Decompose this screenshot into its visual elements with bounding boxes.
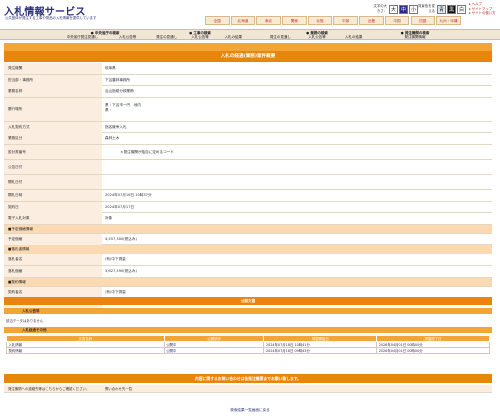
tab-central-forecast[interactable]: 中央省庁発注見通し — [60, 35, 105, 40]
inquiry-label: 発注機関への連絡先等はこちらからご確認ください。 — [8, 387, 90, 391]
field-row: 予定価格 4,557,300(税込み) — [4, 233, 492, 246]
tab-service-result[interactable]: 入札の結果 — [335, 35, 372, 40]
table-row: 契約情報 公開中 2024年07月18日 09時43分 2026年04月01日 … — [6, 347, 490, 354]
tab-agency-info[interactable]: 発注機関情報 — [385, 35, 445, 40]
field-row: 落札者名 (有)中下測量 — [4, 254, 492, 266]
documents-table: 文書名称 公開状況 掲載開始日 掲載終了日 入札情報 公開中 2024年07月1… — [6, 335, 490, 354]
section-header-winner: ■落札者情報 — [4, 245, 492, 255]
inquiry-contacts-link[interactable]: 問い合わせ先一覧 — [105, 385, 132, 393]
region-tohoku[interactable]: 東北 — [256, 16, 281, 25]
region-kinki[interactable]: 近畿 — [359, 16, 384, 25]
field-row: 開札日付 — [4, 174, 492, 190]
content-top-bar — [4, 43, 492, 51]
tab-service-notice[interactable]: 入札公告等 — [299, 35, 336, 40]
field-row: 履行場所 県・下呂市一円 地内 県・ — [4, 97, 492, 122]
bg-black-button[interactable]: 黒 — [447, 5, 456, 14]
inquiry-row: 発注機関への連絡先等はこちらからご確認ください。 問い合わせ先一覧 — [4, 385, 492, 393]
region-hokuriku[interactable]: 北陸 — [307, 16, 333, 25]
no-data-message: 該当データはありません — [6, 319, 44, 323]
field-row: 発注機関 岐阜県 — [4, 63, 492, 75]
doc-link[interactable]: 契約情報 — [6, 347, 165, 354]
tab-construction-notice[interactable]: 入札公告等 — [183, 35, 216, 40]
field-row: 設計書番号 ＊発注機関が独自に定めるコード — [4, 144, 492, 160]
section-header-planned-price: ■予定価格情報 — [4, 224, 492, 234]
font-size-small-button[interactable]: 小 — [409, 5, 418, 14]
detail-form: 発注機関 岐阜県 担当部・事務所 下呂農林事務所 業務名称 治山指助分検業節 履行場所… — [4, 63, 492, 310]
field-row: 入札契約方式 指名競争入札 — [4, 121, 492, 134]
site-header: 入札情報サービス 公共団体が発注する工事や物品の入札情報を提供しています 文字の… — [0, 0, 500, 28]
help-links: ▸ ヘルプ ▸ サイトマップ ▸ サイトの使い方 — [469, 2, 496, 16]
region-chubu[interactable]: 中部 — [333, 16, 358, 25]
section-header-contract: ■契約情報 — [4, 277, 492, 287]
field-row: 公告日付 — [4, 159, 492, 175]
bg-blue-button[interactable]: 青 — [437, 5, 446, 14]
region-chugoku[interactable]: 中国 — [384, 16, 410, 25]
field-row: 開札日時 2024年07月16日 10時37分 — [4, 189, 492, 202]
public-documents-bar: 公開文書 — [4, 297, 492, 305]
tab-construction-result[interactable]: 入札の結果 — [217, 35, 250, 40]
tab-group-agency: ● 発注機関の検索 発注機関情報 — [385, 31, 445, 40]
usage-link[interactable]: ▸ サイトの使い方 — [469, 11, 496, 16]
region-all[interactable]: 全国 — [205, 16, 230, 25]
other-section-title: 入札経過その他 — [4, 327, 492, 333]
region-hokkaido[interactable]: 北海道 — [230, 16, 256, 25]
site-tagline: 公共団体が発注する工事や物品の入札情報を提供しています — [5, 16, 97, 20]
field-row: 業務名称 治山指助分検業節 — [4, 86, 492, 98]
field-row: 電子入札対象 対象 — [4, 213, 492, 225]
region-nav: 全国 北海道 東北 関東 北陸 中部 近畿 中国 四国 九州・沖縄 — [205, 16, 462, 25]
tab-group-central: ● 中央省庁の検索 中央省庁発注見通し 入札公告等 — [60, 31, 150, 40]
page-title: 入札の経過(業務)案件概要 — [4, 51, 492, 62]
region-kanto[interactable]: 関東 — [282, 16, 307, 25]
tab-group-construction: ● 工事の検索 発注の見通し 入札公告等 入札の結果 — [150, 31, 250, 40]
region-kyushu[interactable]: 九州・沖縄 — [436, 16, 461, 25]
tab-construction-forecast[interactable]: 発注の見通し — [150, 35, 183, 40]
region-shikoku[interactable]: 四国 — [410, 16, 435, 25]
font-size-large-button[interactable]: 大 — [389, 5, 398, 14]
bg-color-label: 背景色を変える — [418, 4, 435, 13]
font-size-label: 文字の大きさ： — [373, 4, 387, 13]
tab-central-notice[interactable]: 入札公告等 — [105, 35, 150, 40]
tab-group-service: ● 業務の検索 発注の見通し 入札公告等 入札の結果 — [262, 31, 372, 40]
bg-white-button[interactable]: 白 — [457, 5, 466, 14]
font-size-medium-button[interactable]: 中 — [399, 5, 408, 14]
notice-section-title: 入札公告等 — [4, 308, 492, 314]
tab-service-forecast[interactable]: 発注の見通し — [262, 35, 299, 40]
field-row: 業務区分 森林土木 — [4, 133, 492, 145]
field-row: 落札価格 3,627,590(税込み) — [4, 265, 492, 278]
search-tab-bar: ● 中央省庁の検索 中央省庁発注見通し 入札公告等 ● 工事の検索 発注の見通し… — [0, 29, 500, 40]
field-row: 担当部・事務所 下呂農林事務所 — [4, 74, 492, 87]
inquiry-bar: 内容に関するお問い合わせは各発注機関までお願い致します。 — [4, 374, 492, 383]
field-row: 契約日 2024年07月17日 — [4, 201, 492, 214]
back-to-results-link[interactable]: 検索結果一覧画面に戻る — [0, 408, 500, 413]
